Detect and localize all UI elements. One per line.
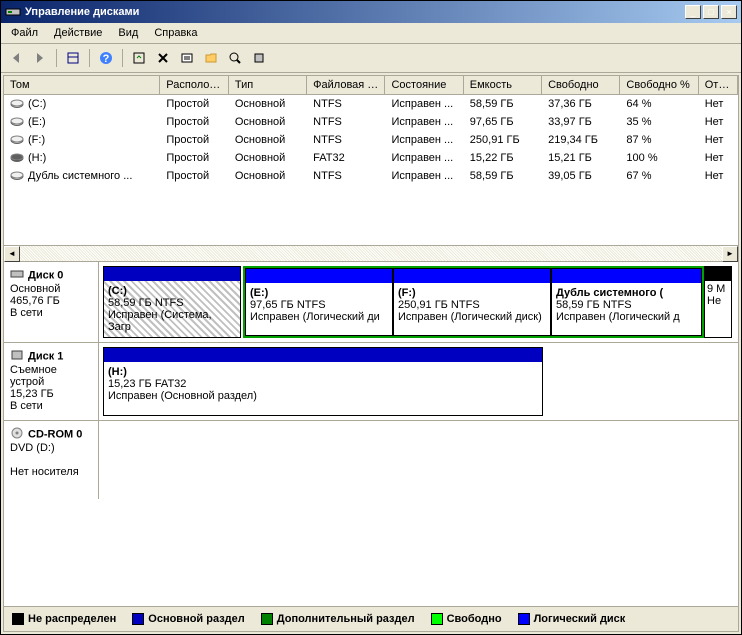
disk-status: Нет носителя: [10, 466, 79, 478]
disk-status: В сети: [10, 307, 43, 319]
find-button[interactable]: [224, 47, 246, 69]
removable-icon: [10, 349, 24, 364]
col-fs[interactable]: Файловая с...: [307, 76, 385, 94]
legend-logical-icon: [518, 613, 530, 625]
toolbar: ?: [1, 44, 741, 73]
volume-icon: [10, 116, 24, 128]
volume-icon: [10, 170, 24, 182]
legend-extended-label: Дополнительный раздел: [277, 613, 415, 625]
col-capacity[interactable]: Емкость: [464, 76, 542, 94]
col-type[interactable]: Тип: [229, 76, 307, 94]
disk-icon: [10, 268, 24, 283]
volume-icon: [10, 152, 24, 164]
legend: Не распределен Основной раздел Дополните…: [4, 606, 738, 631]
legend-unallocated-icon: [12, 613, 24, 625]
disk-row-0[interactable]: Диск 0 Основной 465,76 ГБ В сети (C:)58,…: [4, 262, 738, 343]
col-pfree[interactable]: Свободно %: [620, 76, 698, 94]
back-button[interactable]: [5, 47, 27, 69]
disk-type: Основной: [10, 283, 60, 295]
partition-unallocated[interactable]: 9 МНе: [704, 266, 732, 338]
partition-dup[interactable]: Дубль системного (58,59 ГБ NTFSИсправен …: [551, 268, 702, 336]
disk-row-cdrom[interactable]: CD-ROM 0 DVD (D:) Нет носителя: [4, 421, 738, 499]
menu-action[interactable]: Действие: [48, 25, 108, 41]
cdrom-icon: [10, 427, 24, 442]
legend-primary-icon: [132, 613, 144, 625]
partition-f[interactable]: (F:)250,91 ГБ NTFSИсправен (Логический д…: [393, 268, 551, 336]
legend-unallocated-label: Не распределен: [28, 613, 116, 625]
disk-label-0: Диск 0 Основной 465,76 ГБ В сети: [4, 262, 99, 342]
app-icon: [5, 4, 21, 20]
scrollbar-h[interactable]: ◄ ►: [4, 245, 738, 261]
disk-type: DVD (D:): [10, 442, 55, 454]
help-button[interactable]: ?: [95, 47, 117, 69]
volume-row[interactable]: (E:)ПростойОсновнойNTFSИсправен ...97,65…: [4, 113, 738, 131]
menu-view[interactable]: Вид: [112, 25, 144, 41]
disk-size: 465,76 ГБ: [10, 295, 60, 307]
disk-row-1[interactable]: Диск 1 Съемное устрой 15,23 ГБ В сети (H…: [4, 343, 738, 421]
forward-button[interactable]: [29, 47, 51, 69]
partition-c[interactable]: (C:)58,59 ГБ NTFSИсправен (Система, Загр: [103, 266, 241, 338]
volume-icon: [10, 134, 24, 146]
volume-list: Том Располож... Тип Файловая с... Состоя…: [4, 76, 738, 262]
folder-button[interactable]: [200, 47, 222, 69]
col-status[interactable]: Состояние: [385, 76, 463, 94]
col-fail[interactable]: Отказо: [699, 76, 738, 94]
legend-logical-label: Логический диск: [534, 613, 626, 625]
settings-button[interactable]: [248, 47, 270, 69]
volume-row[interactable]: (C:)ПростойОсновнойNTFSИсправен ...58,59…: [4, 95, 738, 113]
minimize-button[interactable]: _: [685, 5, 701, 19]
scroll-left-button[interactable]: ◄: [4, 246, 20, 262]
view-list-button[interactable]: [62, 47, 84, 69]
disk-label-cdrom: CD-ROM 0 DVD (D:) Нет носителя: [4, 421, 99, 499]
menu-help[interactable]: Справка: [148, 25, 203, 41]
properties-button[interactable]: [176, 47, 198, 69]
col-volume[interactable]: Том: [4, 76, 160, 94]
partition-h[interactable]: (H:)15,23 ГБ FAT32Исправен (Основной раз…: [103, 347, 543, 416]
menu-file[interactable]: Файл: [5, 25, 44, 41]
svg-text:?: ?: [103, 53, 110, 65]
col-layout[interactable]: Располож...: [160, 76, 229, 94]
col-free[interactable]: Свободно: [542, 76, 620, 94]
graphical-view: Диск 0 Основной 465,76 ГБ В сети (C:)58,…: [4, 262, 738, 606]
volume-icon: [10, 98, 24, 110]
close-button[interactable]: ×: [721, 5, 737, 19]
volume-header: Том Располож... Тип Файловая с... Состоя…: [4, 76, 738, 95]
legend-free-label: Свободно: [447, 613, 502, 625]
delete-button[interactable]: [152, 47, 174, 69]
volume-row[interactable]: (F:)ПростойОсновнойNTFSИсправен ...250,9…: [4, 131, 738, 149]
disk-size: 15,23 ГБ: [10, 388, 54, 400]
menubar: Файл Действие Вид Справка: [1, 23, 741, 44]
window-title: Управление дисками: [25, 6, 685, 18]
volume-row[interactable]: (H:)ПростойОсновнойFAT32Исправен ...15,2…: [4, 149, 738, 167]
scroll-right-button[interactable]: ►: [722, 246, 738, 262]
legend-free-icon: [431, 613, 443, 625]
disk-type: Съемное устрой: [10, 364, 57, 388]
legend-primary-label: Основной раздел: [148, 613, 245, 625]
titlebar: Управление дисками _ □ ×: [1, 1, 741, 23]
refresh-button[interactable]: [128, 47, 150, 69]
partition-e[interactable]: (E:)97,65 ГБ NTFSИсправен (Логический ди: [245, 268, 393, 336]
volume-row[interactable]: Дубль системного ...ПростойОсновнойNTFSИ…: [4, 167, 738, 185]
disk-label-1: Диск 1 Съемное устрой 15,23 ГБ В сети: [4, 343, 99, 420]
maximize-button[interactable]: □: [703, 5, 719, 19]
legend-extended-icon: [261, 613, 273, 625]
disk-status: В сети: [10, 400, 43, 412]
